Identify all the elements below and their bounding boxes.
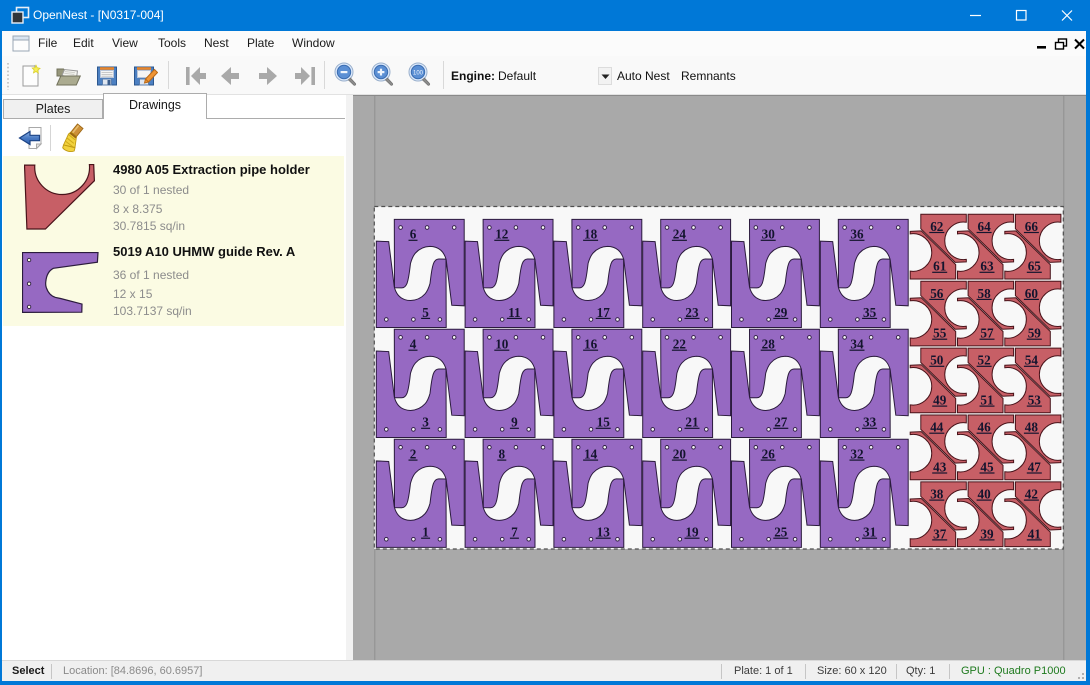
svg-text:19: 19 xyxy=(685,525,699,540)
svg-text:9: 9 xyxy=(511,415,518,430)
svg-text:59: 59 xyxy=(1028,326,1042,341)
svg-text:20: 20 xyxy=(673,447,687,462)
svg-text:29: 29 xyxy=(774,305,788,320)
svg-text:46: 46 xyxy=(978,420,992,435)
svg-text:49: 49 xyxy=(933,393,947,408)
svg-text:62: 62 xyxy=(930,219,944,234)
svg-text:56: 56 xyxy=(930,286,944,301)
svg-text:38: 38 xyxy=(930,487,944,502)
svg-text:58: 58 xyxy=(978,286,992,301)
svg-text:43: 43 xyxy=(933,459,947,474)
svg-text:50: 50 xyxy=(930,353,944,368)
svg-text:14: 14 xyxy=(584,447,598,462)
svg-text:37: 37 xyxy=(933,526,947,541)
svg-text:5: 5 xyxy=(422,305,429,320)
svg-text:42: 42 xyxy=(1025,487,1039,502)
svg-text:8: 8 xyxy=(499,447,506,462)
svg-text:4: 4 xyxy=(410,337,417,352)
svg-text:7: 7 xyxy=(511,525,518,540)
svg-text:39: 39 xyxy=(980,526,994,541)
svg-text:17: 17 xyxy=(597,305,611,320)
svg-text:1: 1 xyxy=(422,525,429,540)
svg-text:41: 41 xyxy=(1028,526,1041,541)
svg-text:31: 31 xyxy=(863,525,876,540)
svg-text:2: 2 xyxy=(410,447,417,462)
svg-text:34: 34 xyxy=(850,337,864,352)
svg-text:52: 52 xyxy=(978,353,992,368)
svg-text:15: 15 xyxy=(597,415,611,430)
svg-text:63: 63 xyxy=(980,259,994,274)
svg-text:21: 21 xyxy=(685,415,698,430)
svg-text:51: 51 xyxy=(980,393,993,408)
svg-text:48: 48 xyxy=(1025,420,1039,435)
svg-text:24: 24 xyxy=(673,227,687,242)
svg-text:28: 28 xyxy=(762,337,776,352)
svg-text:27: 27 xyxy=(774,415,788,430)
svg-text:10: 10 xyxy=(495,337,509,352)
svg-text:25: 25 xyxy=(774,525,788,540)
svg-text:60: 60 xyxy=(1025,286,1039,301)
svg-text:22: 22 xyxy=(673,337,687,352)
svg-text:61: 61 xyxy=(933,259,946,274)
svg-text:12: 12 xyxy=(495,227,509,242)
svg-text:23: 23 xyxy=(685,305,699,320)
svg-text:26: 26 xyxy=(762,447,776,462)
svg-text:57: 57 xyxy=(980,326,994,341)
svg-text:18: 18 xyxy=(584,227,598,242)
svg-text:47: 47 xyxy=(1028,459,1042,474)
svg-text:64: 64 xyxy=(978,219,992,234)
svg-text:6: 6 xyxy=(410,227,417,242)
svg-text:35: 35 xyxy=(863,305,877,320)
svg-text:53: 53 xyxy=(1028,393,1042,408)
svg-text:3: 3 xyxy=(422,415,429,430)
svg-text:45: 45 xyxy=(980,459,994,474)
svg-text:100: 100 xyxy=(413,71,424,77)
svg-text:36: 36 xyxy=(850,227,864,242)
svg-text:13: 13 xyxy=(597,525,611,540)
svg-text:55: 55 xyxy=(933,326,947,341)
svg-text:65: 65 xyxy=(1028,259,1042,274)
svg-text:44: 44 xyxy=(930,420,944,435)
svg-text:66: 66 xyxy=(1025,219,1039,234)
svg-text:54: 54 xyxy=(1025,353,1039,368)
svg-text:40: 40 xyxy=(978,487,992,502)
svg-text:11: 11 xyxy=(508,305,520,320)
svg-text:32: 32 xyxy=(850,447,864,462)
svg-text:16: 16 xyxy=(584,337,598,352)
svg-text:30: 30 xyxy=(762,227,776,242)
svg-text:33: 33 xyxy=(863,415,877,430)
